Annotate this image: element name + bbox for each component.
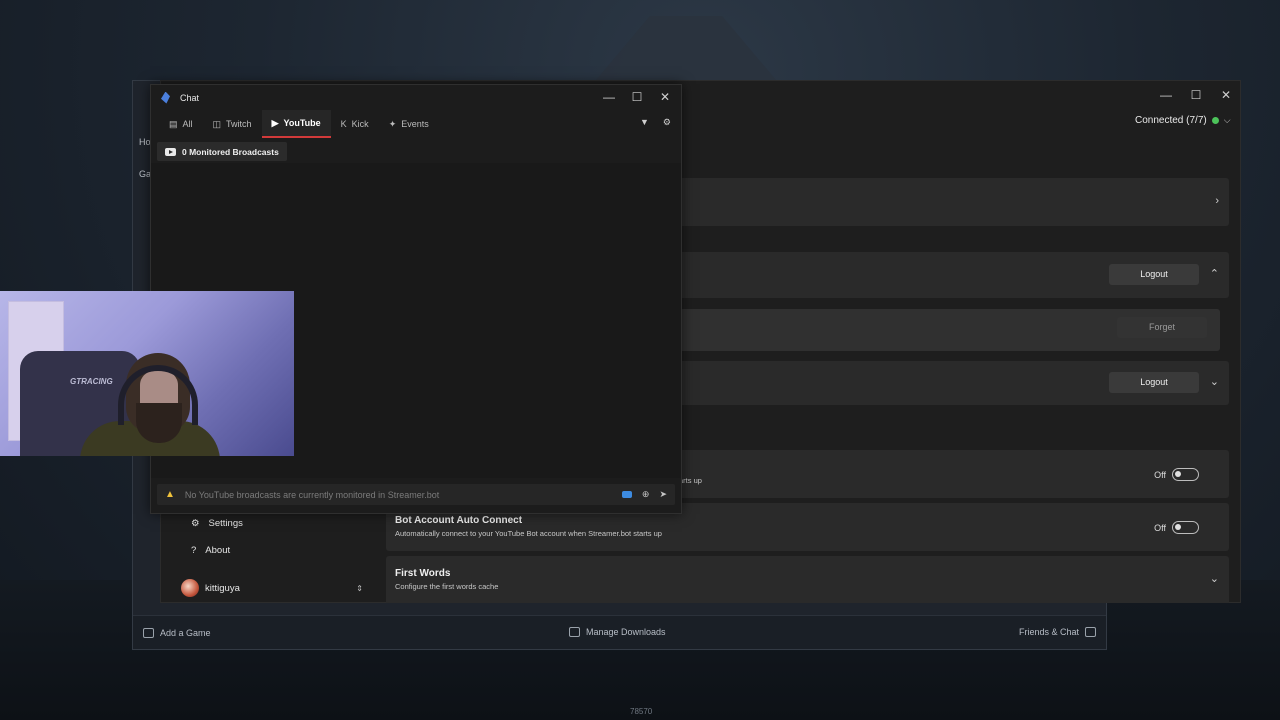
chevron-right-icon: ›: [1215, 195, 1219, 207]
twitch-icon: ◫: [212, 118, 222, 129]
chevron-down-icon[interactable]: ⌄: [1210, 375, 1219, 388]
sidebar-item-settings[interactable]: ⚙ Settings: [191, 518, 243, 529]
sidebar-settings-label: Settings: [208, 518, 243, 529]
bot-auto-connect-toggle-label: Off: [1154, 522, 1166, 533]
first-words-title: First Words: [395, 568, 451, 579]
chat-window-title: Chat: [180, 92, 200, 103]
desktop-bottom-number: 78570: [630, 707, 653, 716]
youtube-platform-icon[interactable]: [621, 491, 632, 498]
filter-icon[interactable]: ▼: [640, 117, 649, 128]
send-icon[interactable]: ➤: [659, 489, 667, 500]
sidebar-item-about[interactable]: ? About: [191, 545, 230, 556]
chat-input-placeholder: No YouTube broadcasts are currently moni…: [184, 489, 440, 500]
window-controls: — ☐ ✕: [1158, 87, 1234, 103]
bot-logout-button[interactable]: Logout: [1109, 372, 1199, 393]
tab-youtube-label: YouTube: [283, 118, 321, 128]
auto-connect-toggle[interactable]: Off: [1154, 468, 1199, 481]
maximize-icon[interactable]: ☐: [1188, 87, 1204, 103]
kick-icon: K: [340, 119, 347, 129]
globe-icon[interactable]: ⊕: [642, 489, 650, 500]
gear-icon[interactable]: ⚙: [663, 117, 671, 128]
friends-chat-label: Friends & Chat: [1018, 627, 1079, 637]
manage-downloads-label: Manage Downloads: [586, 627, 666, 637]
maximize-icon[interactable]: ☐: [629, 89, 645, 105]
tab-kick[interactable]: K Kick: [331, 110, 379, 138]
download-icon: [569, 627, 580, 637]
monitored-broadcasts-label: 0 Monitored Broadcasts: [182, 146, 279, 157]
first-words-desc: Configure the first words cache: [395, 582, 499, 591]
chat-icon: ▤: [169, 118, 178, 129]
launcher-left-fragment: Ho Ga: [133, 81, 151, 281]
minimize-icon[interactable]: —: [601, 89, 617, 105]
tab-all[interactable]: ▤ All: [159, 110, 203, 138]
toggle-switch-icon: [1172, 468, 1199, 481]
username: kittiguya: [205, 582, 240, 594]
tab-events[interactable]: ✦ Events: [379, 110, 439, 138]
launcher-home-fragment[interactable]: Ho: [139, 137, 151, 147]
sparkle-icon: ✦: [388, 118, 397, 129]
tab-twitch-label: Twitch: [226, 119, 252, 129]
close-icon[interactable]: ✕: [657, 89, 673, 105]
chevron-up-icon[interactable]: ⌃: [1210, 267, 1219, 280]
friends-icon: [1085, 627, 1096, 637]
status-dot-icon: [1211, 117, 1219, 124]
chat-input-bar[interactable]: ▲ No YouTube broadcasts are currently mo…: [157, 484, 675, 505]
chevron-updown-icon: ⇕: [356, 583, 363, 593]
add-game-label: Add a Game: [160, 627, 211, 638]
connection-status-label: Connected (7/7): [1135, 115, 1207, 126]
minimize-icon[interactable]: —: [1158, 87, 1174, 103]
add-game-button[interactable]: Add a Game: [143, 627, 211, 638]
chat-tabs: ▤ All ◫ Twitch ▶ YouTube K Kick ✦ Events: [151, 110, 681, 138]
youtube-icon: [165, 147, 176, 156]
friends-chat-button[interactable]: Friends & Chat: [1019, 627, 1096, 637]
plus-square-icon: [143, 627, 154, 638]
toggle-switch-icon: [1172, 521, 1199, 534]
chevron-down-icon: ⌄: [1209, 573, 1219, 585]
question-icon: ?: [191, 545, 197, 556]
manage-downloads-button[interactable]: Manage Downloads: [569, 627, 666, 637]
warning-icon: ▲: [165, 489, 175, 500]
tab-twitch[interactable]: ◫ Twitch: [203, 110, 262, 138]
tab-youtube[interactable]: ▶ YouTube: [261, 110, 331, 138]
user-profile-selector[interactable]: kittiguya ⇕: [181, 575, 371, 601]
bot-auto-connect-title: Bot Account Auto Connect: [395, 515, 523, 526]
tab-events-label: Events: [401, 119, 429, 129]
chat-window-controls: — ☐ ✕: [601, 89, 673, 105]
bot-auto-connect-desc: Automatically connect to your YouTube Bo…: [395, 529, 662, 538]
forget-button[interactable]: Forget: [1117, 317, 1207, 338]
monitored-broadcasts-badge[interactable]: 0 Monitored Broadcasts: [157, 142, 287, 161]
youtube-icon: ▶: [271, 117, 279, 128]
launcher-bottom-bar: Add a Game Manage Downloads Friends & Ch…: [133, 615, 1106, 649]
gear-icon: ⚙: [191, 518, 200, 529]
auto-connect-toggle-label: Off: [1154, 469, 1166, 480]
webcam-overlay: GTRACING: [0, 291, 294, 456]
sidebar-about-label: About: [205, 545, 231, 556]
chair-brand-text: GTRACING: [70, 377, 113, 386]
streamerbot-logo-icon: [161, 91, 170, 104]
tab-kick-label: Kick: [351, 119, 369, 129]
auto-connect-desc-fragment: arts up: [679, 476, 702, 485]
chat-toolbar: ▼ ⚙: [640, 117, 671, 128]
avatar: [181, 579, 199, 597]
wallpaper-tower: [596, 16, 776, 80]
bot-auto-connect-toggle[interactable]: Off: [1154, 521, 1199, 534]
first-words-card[interactable]: First Words Configure the first words ca…: [386, 556, 1229, 603]
tab-all-label: All: [182, 119, 193, 129]
connection-status[interactable]: Connected (7/7) ⌵: [1135, 115, 1231, 126]
close-icon[interactable]: ✕: [1218, 87, 1234, 103]
chevron-down-icon: ⌵: [1223, 115, 1231, 125]
broadcaster-logout-button[interactable]: Logout: [1109, 264, 1199, 285]
